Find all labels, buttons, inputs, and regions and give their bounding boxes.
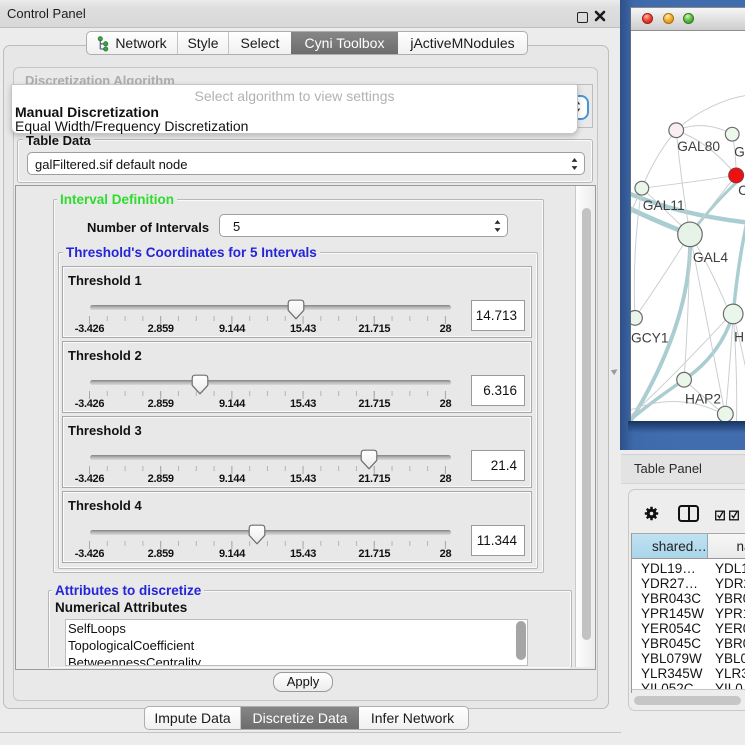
svg-text:GAL4: GAL4 — [693, 250, 729, 265]
svg-text:GAL11: GAL11 — [643, 198, 685, 213]
svg-text:HAP2: HAP2 — [685, 391, 721, 406]
svg-text:C: C — [738, 183, 745, 198]
svg-text:H: H — [734, 329, 744, 344]
svg-text:GCY1: GCY1 — [631, 330, 668, 345]
svg-text:GAL80: GAL80 — [677, 139, 720, 154]
svg-text:GA: GA — [734, 145, 745, 160]
